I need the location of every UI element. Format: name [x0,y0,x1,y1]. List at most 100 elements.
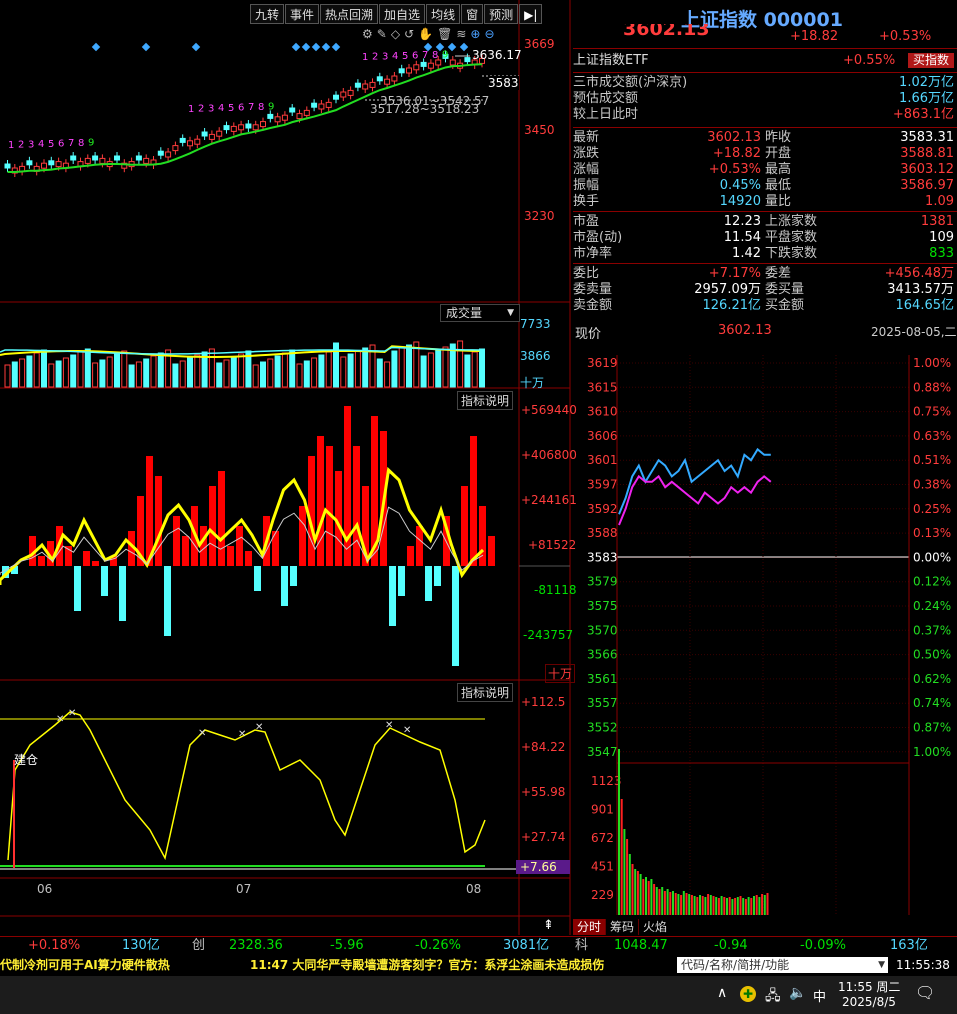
volume-bar [216,362,223,388]
stat-label: 市净率 [573,246,613,261]
buy-index-button[interactable]: 买指数 [907,53,954,68]
stat-value: 2957.09万 [694,282,761,297]
indicator1-help-button[interactable]: 指标说明 [457,391,514,410]
settings-icon[interactable]: ⚙ [362,27,373,43]
candle [362,83,369,90]
sell-marker: ✕ [385,720,393,731]
add-watchlist-button[interactable]: 加自选 [379,4,426,24]
intraday-price-tick: 3588 [587,526,618,540]
notification-icon[interactable]: 🗨 [915,983,935,1002]
taskbar-date[interactable]: 2025/8/5 [842,995,896,1009]
intraday-pct-tick: 0.75% [913,405,951,419]
volume-bar [479,348,485,388]
candle [4,163,11,169]
kline-panel[interactable]: 1 2 3 4 5 6 7 8 9 1 2 3 4 5 6 7 8 9 1 2 3 4 5 6 7 8 9 ✕ ✕ ✕ ✕ ✕ ✕ ✕ [0,0,571,935]
taskbar-time[interactable]: 11:55 周二 [838,978,900,995]
hot-replay-button[interactable]: 热点回溯 [320,4,379,24]
intraday-price-tick: 3570 [587,623,618,637]
indicator-bar [173,516,180,566]
draw-icon[interactable]: ✎ [377,27,387,43]
intraday-vol-bar [669,892,672,915]
stat-label: 换手 [573,194,600,209]
ime-indicator[interactable]: 中 [813,986,826,1005]
bar-kc-price: 1048.47 [614,938,668,953]
etf-row[interactable]: 上证指数ETF +0.55% 买指数 [573,52,957,69]
search-box[interactable]: 代码/名称/简拼/功能 ▼ [677,957,888,973]
tag-icon[interactable]: ◇ [391,27,400,43]
divider [573,127,957,128]
nine-count-label: 3 [208,103,214,114]
chevron-up-icon[interactable]: ∧ [717,985,727,1001]
news-item-1[interactable]: 代制冷剂可用于AI算力硬件散热 [0,955,170,975]
intraday-pct-tick: 0.00% [913,550,951,564]
candle [391,75,398,82]
nine-count-label: 7 [422,50,428,61]
ind2-axis-1: +84.22 [521,740,566,754]
tab-flame[interactable]: 火焰 [638,919,671,935]
indicator-bar [92,561,99,566]
volume-selector[interactable]: 成交量 ▼ [440,304,520,322]
scroll-top-icon[interactable]: ⇞ [543,918,554,933]
news-item-2[interactable]: 11:47 大同华严寺殿墙遭游客刻字？官方：系浮尘涂画未造成损伤 [250,955,604,975]
intraday-vol-bar [682,891,685,915]
ma-button[interactable]: 均线 [426,4,461,24]
volume-bar [114,353,120,388]
volume-bar [311,357,318,388]
intraday-pct-tick: 0.38% [913,478,951,492]
window-button[interactable]: 窗 [461,4,484,24]
volume-bar [230,356,237,388]
intraday-vol-bar [766,893,769,915]
stats-row: 市盈 12.23 上涨家数 1381 [573,213,957,230]
signal-diamond [291,42,301,52]
volume-bar [4,364,11,388]
volume-bar [70,354,77,388]
intraday-price-tick: 3552 [587,721,618,735]
tab-timeshare[interactable]: 分时 [573,919,606,935]
volume-icon[interactable]: 🔈 [789,985,806,1001]
app-tray-icon[interactable]: ✚ [740,986,756,1002]
signal-diamond [301,42,311,52]
indicator-bar [209,486,216,566]
volume-bar [84,348,91,388]
forecast-button[interactable]: 预测 [484,4,519,24]
bar-kc-pct: -0.09% [800,938,846,953]
zoom-in-icon[interactable]: ⊕ [470,27,480,43]
etf-pct: +0.55% [843,53,896,68]
indicator-bar [83,551,90,566]
tab-chips[interactable]: 筹码 [605,919,638,935]
kline-chart[interactable]: 1 2 3 4 5 6 7 8 91 2 3 4 5 6 7 8 91 2 3 4 5 6 7 8 9✕✕✕ ✕✕ ✕ ✕ [0,0,571,935]
intraday-tabs: 分时 筹码 火焰 [573,919,671,935]
candle [464,57,471,63]
hide-icon[interactable]: ≋ [456,27,466,43]
divider [573,72,957,73]
volume-bar [406,344,412,388]
volume-bar [384,361,391,388]
stat-label: 市盈 [573,214,600,229]
stat-value: 3583.31 [900,130,954,145]
intraday-pct-tick: 0.88% [913,380,951,394]
reset-icon[interactable]: ↺ [404,27,414,43]
indicator2-help-button[interactable]: 指标说明 [457,683,514,702]
stats-row: 市净率 1.42 下跌家数 833 [573,245,957,262]
volume-bar [274,355,281,388]
candle [165,151,172,158]
zoom-out-icon[interactable]: ⊖ [484,27,494,43]
nine-turn-button[interactable]: 九转 [250,4,285,24]
volume-bar [289,349,296,388]
indicator-bar [74,566,81,611]
stat-label: 量比 [765,194,792,209]
network-icon[interactable]: 🖧 [765,985,781,1009]
stat-value: 14920 [719,194,761,209]
collapse-icon[interactable]: ▶| [519,4,543,24]
nine-count-label: 8 [78,138,84,149]
signal-diamond [91,42,101,52]
dropdown-icon[interactable]: ▼ [878,957,885,973]
trash-icon[interactable]: 🗑 [437,27,452,43]
candle [55,161,62,168]
event-button[interactable]: 事件 [285,4,320,24]
now-label: 现价 [575,327,602,342]
hand-icon[interactable]: ✋ [418,27,433,43]
intraday-chart[interactable]: 3619 1.00% 3615 0.88% 3610 0.75% 3606 0.63% 3601… [573,355,957,915]
intraday-vol-bar [709,895,712,915]
nine-count-label: 3 [382,51,388,62]
